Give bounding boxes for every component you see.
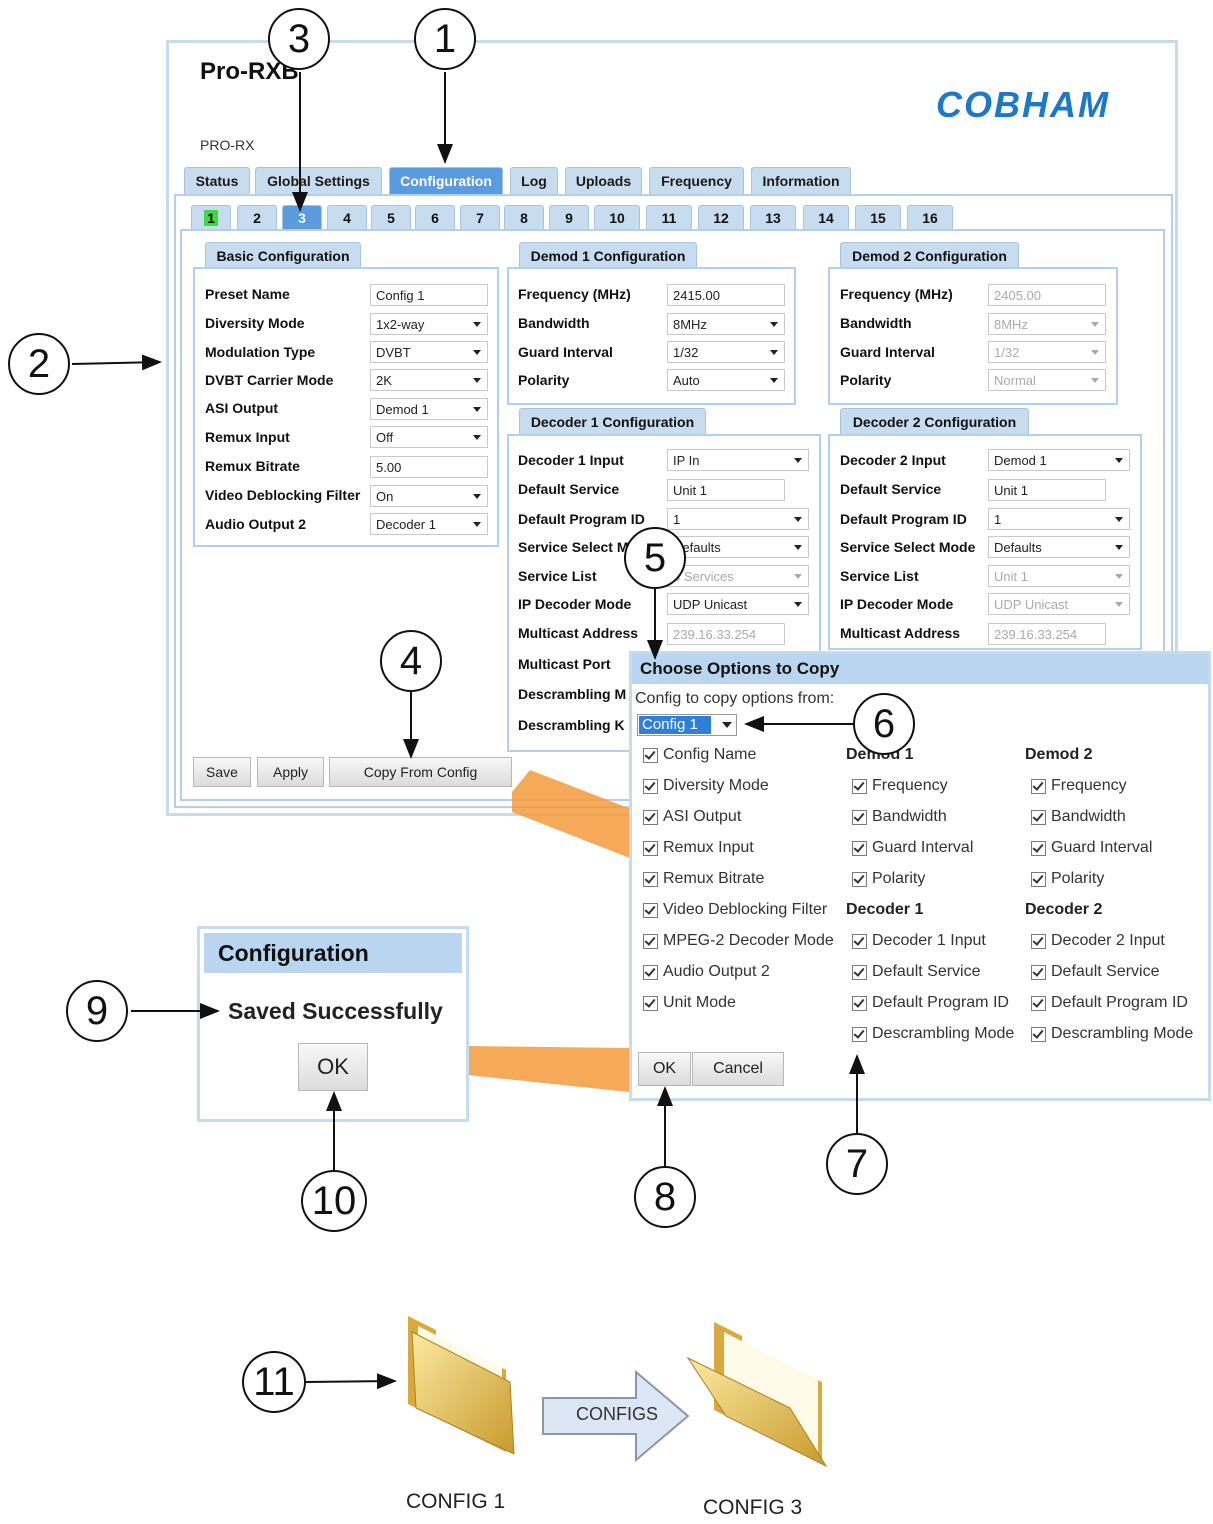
callout-2: 2 <box>8 333 70 395</box>
callout-1: 1 <box>414 8 476 70</box>
callout-11-line <box>305 1373 397 1390</box>
callout-11: 11 <box>242 1351 306 1413</box>
callout-4: 4 <box>380 630 442 692</box>
callout-8: 8 <box>634 1166 696 1228</box>
callout-3: 3 <box>268 8 330 70</box>
callout-arrows <box>71 72 865 1390</box>
open-folder-icon <box>686 1322 828 1468</box>
callout-6: 6 <box>853 693 915 755</box>
folder-icon <box>408 1316 515 1455</box>
config3-folder-label: CONFIG 3 <box>703 1496 803 1519</box>
callout-2-line <box>71 354 162 371</box>
callout-5: 5 <box>624 527 686 589</box>
config1-folder-label: CONFIG 1 <box>406 1490 506 1513</box>
callout-10: 10 <box>301 1170 367 1232</box>
configs-arrow-label: CONFIGS <box>576 1404 659 1424</box>
callout-7: 7 <box>826 1133 888 1195</box>
callout-9: 9 <box>66 980 128 1042</box>
